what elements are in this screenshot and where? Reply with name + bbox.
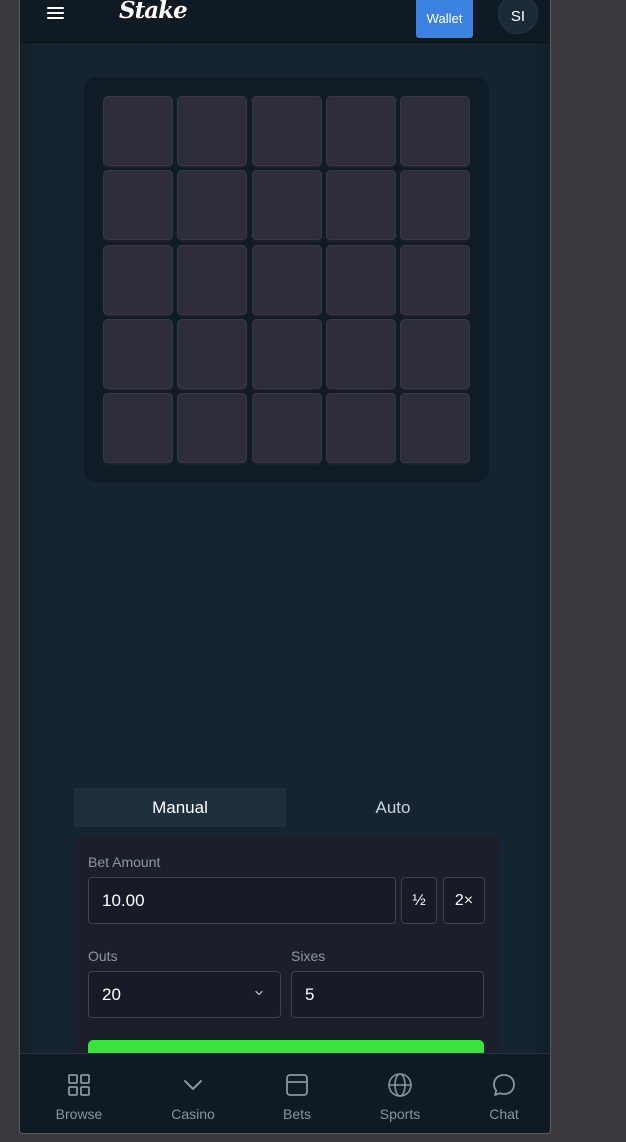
outs-value: 20: [102, 984, 121, 1004]
nav-browse[interactable]: Browse: [48, 1054, 110, 1133]
board-tile[interactable]: [325, 318, 396, 389]
board-tile[interactable]: [325, 393, 396, 463]
bets-icon: [286, 1074, 308, 1096]
nav-casino-label: Casino: [171, 1106, 215, 1122]
board-tile[interactable]: [177, 96, 248, 166]
sixes-label: Sixes: [291, 948, 326, 964]
board-tile[interactable]: [400, 96, 470, 166]
bet-amount-input[interactable]: 10.00: [88, 877, 396, 924]
board-tile[interactable]: [400, 318, 470, 389]
board-tile[interactable]: [400, 170, 470, 241]
board-tile[interactable]: [251, 393, 322, 463]
bet-amount-label: Bet Amount: [88, 854, 161, 870]
board-tile[interactable]: [400, 244, 470, 315]
double-bet-button[interactable]: 2×: [443, 877, 485, 924]
board-tile[interactable]: [103, 244, 173, 315]
game-board: [84, 77, 489, 482]
grid-icon: [68, 1074, 90, 1096]
board-tile[interactable]: [325, 244, 396, 315]
board-tile[interactable]: [177, 170, 248, 241]
menu-icon[interactable]: [46, 5, 66, 23]
board-tile[interactable]: [103, 393, 173, 463]
bottom-nav: Browse Casino Bets Sports Chat: [20, 1053, 550, 1133]
board-tile[interactable]: [325, 96, 396, 166]
board-tile[interactable]: [177, 318, 248, 389]
chevron-down-icon: [255, 990, 263, 996]
board-tile[interactable]: [103, 96, 173, 166]
avatar[interactable]: SI: [498, 0, 538, 34]
nav-browse-label: Browse: [55, 1106, 103, 1122]
board-tile[interactable]: [325, 170, 396, 241]
nav-casino[interactable]: Casino: [163, 1054, 223, 1133]
globe-icon: [388, 1073, 412, 1097]
board-tile[interactable]: [251, 244, 322, 315]
bet-mode-tabs: Manual Auto: [74, 788, 499, 827]
board-tile[interactable]: [103, 318, 173, 389]
wallet-button[interactable]: Wallet: [416, 0, 473, 38]
game-area: Manual Auto Bet Amount 10.00 ½ 2× Outs 2…: [31, 43, 537, 1080]
bet-panel: Bet Amount 10.00 ½ 2× Outs 20 Sixes 5: [74, 836, 499, 1080]
nav-bets[interactable]: Bets: [276, 1054, 318, 1133]
board-tile[interactable]: [251, 318, 322, 389]
board-tile[interactable]: [177, 393, 248, 463]
outs-label: Outs: [88, 948, 118, 964]
board-tile[interactable]: [400, 393, 470, 463]
tab-auto[interactable]: Auto: [287, 788, 499, 827]
outs-select[interactable]: 20: [88, 971, 281, 1018]
half-bet-button[interactable]: ½: [401, 877, 437, 924]
nav-sports-label: Sports: [379, 1106, 421, 1122]
sixes-input[interactable]: 5: [291, 971, 484, 1018]
app-frame: Stake Wallet SI Manual Auto Bet Amount 1…: [19, 0, 551, 1134]
tab-manual[interactable]: Manual: [74, 788, 286, 827]
chat-bubble-icon: [493, 1074, 515, 1096]
board-tile[interactable]: [251, 96, 322, 166]
nav-bets-label: Bets: [282, 1106, 311, 1122]
nav-chat[interactable]: Chat: [484, 1054, 524, 1133]
board-tile[interactable]: [251, 170, 322, 241]
nav-chat-label: Chat: [489, 1106, 519, 1122]
top-bar: Stake Wallet SI: [20, 0, 550, 43]
chevron-down-icon: [184, 1080, 202, 1090]
board-tile[interactable]: [103, 170, 173, 241]
board-tile[interactable]: [177, 244, 248, 315]
stake-logo[interactable]: Stake: [119, 0, 188, 24]
nav-sports[interactable]: Sports: [374, 1054, 426, 1133]
